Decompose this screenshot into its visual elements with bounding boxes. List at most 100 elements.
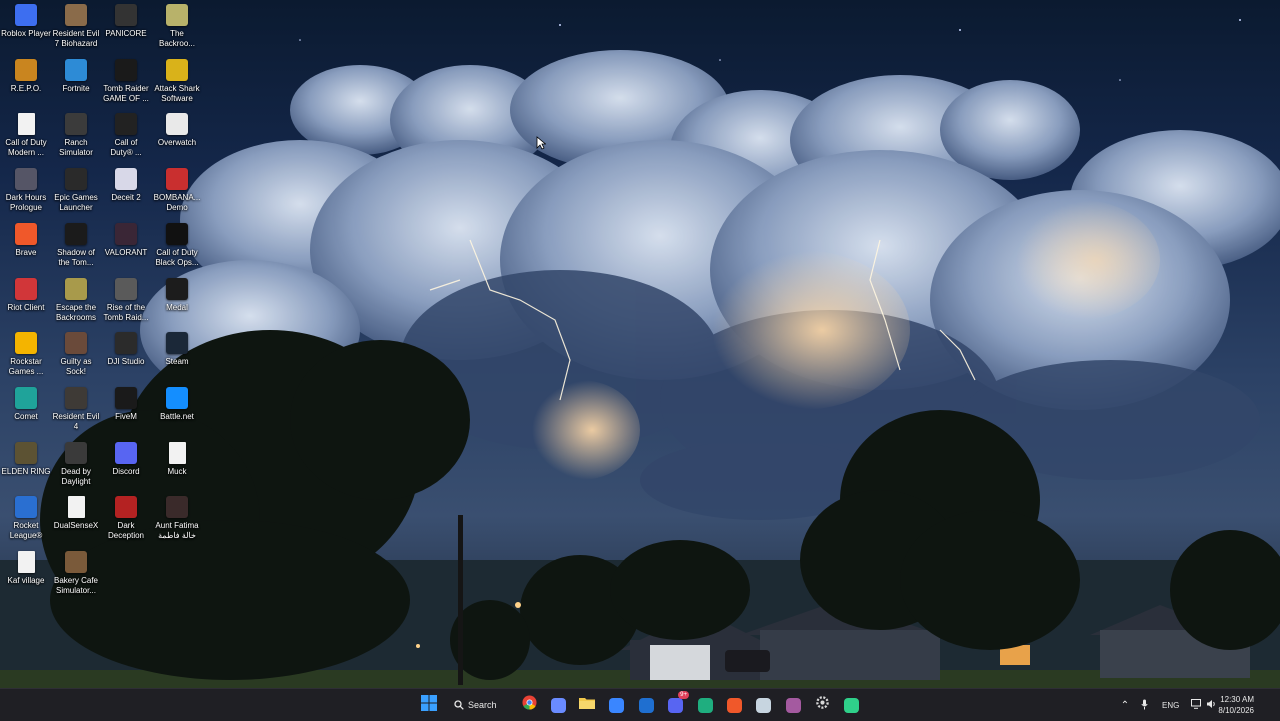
show-desktop-button[interactable] (1272, 689, 1280, 721)
search-icon (454, 700, 464, 710)
desktop-icon-backrooms[interactable]: The Backroo... (151, 4, 203, 49)
desktop-icon-label: Tomb Raider GAME OF ... (103, 83, 149, 103)
steam-icon (755, 697, 771, 713)
desktop-icon-fivem[interactable]: FiveM (100, 386, 152, 422)
taskbar-microsoft-store-button[interactable] (605, 694, 627, 716)
desktop-icon-attack-shark[interactable]: Attack Shark Software (151, 58, 203, 104)
desktop-icon-riot[interactable]: Riot Client (0, 277, 52, 313)
desktop-icon-roblox[interactable]: Roblox Player (0, 4, 52, 39)
desktop-icon-overwatch[interactable]: Overwatch (151, 113, 203, 148)
tomb-raider-icon (115, 58, 137, 81)
desktop-icon-rise-tomb[interactable]: Rise of the Tomb Raid... (100, 277, 152, 323)
desktop-icon-guilty-sock[interactable]: Guilty as Sock! (50, 332, 102, 377)
desktop-icon-file[interactable]: Call of Duty Modern ... (0, 113, 52, 158)
desktop-icon-deceit[interactable]: Deceit 2 (100, 168, 152, 203)
taskbar-edge-button[interactable] (694, 694, 716, 716)
desktop-icon-valorant[interactable]: VALORANT (100, 222, 152, 258)
desktop-icon-steam[interactable]: Steam (151, 332, 203, 367)
attack-shark-icon (166, 58, 188, 81)
rocket-league-icon (15, 496, 37, 519)
medal-icon (166, 277, 188, 300)
desktop-icon-medal[interactable]: Medal (151, 277, 203, 313)
taskbar-discord-button[interactable]: 9+ (664, 691, 689, 716)
desktop-icon-label: Battle.net (160, 411, 194, 421)
mouse-cursor-icon (536, 136, 546, 150)
rockstar-icon (15, 332, 37, 355)
desktop-icon-label: VALORANT (104, 247, 148, 257)
desktop-icon-rocket-league[interactable]: Rocket League® (0, 496, 52, 541)
desktop-icon-label: Dead by Daylight (61, 466, 91, 486)
desktop-icon-label: Riot Client (7, 302, 45, 312)
valorant-icon (115, 222, 137, 245)
desktop-icon-battlenet[interactable]: Battle.net (151, 386, 203, 422)
desktop-icon-bakery[interactable]: Bakery Cafe Simulator... (50, 551, 102, 596)
language-indicator[interactable]: ENG (1162, 701, 1179, 710)
desktop-icon-bombana[interactable]: BOMBANA... Demo (151, 168, 203, 213)
desktop-icon-file[interactable]: DualSenseX (50, 496, 102, 531)
taskbar-settings-button[interactable] (811, 694, 833, 716)
taskbar-valorant-button[interactable] (782, 694, 804, 716)
desktop-icon-dark-deception[interactable]: Dark Deception (100, 496, 152, 541)
taskbar-copilot-button[interactable] (547, 694, 569, 716)
desktop-icon-ranch-sim[interactable]: Ranch Simulator (50, 113, 102, 158)
system-tray: ⌃ ENG (1118, 689, 1217, 721)
desktop-icon-re7[interactable]: Resident Evil 7 Biohazard (50, 4, 102, 49)
battlenet-icon (166, 386, 188, 409)
desktop-icon-aunt-fatima[interactable]: Aunt Fatima خالة فاطمة (151, 496, 203, 541)
desktop-icon-discord[interactable]: Discord (100, 441, 152, 477)
desktop-icon-file[interactable]: Kaf village (0, 551, 52, 586)
desktop-icon-label: Resident Evil 4 (52, 411, 100, 431)
shadow-tomb-icon (65, 222, 87, 245)
desktop-icon-panicore[interactable]: PANICORE (100, 4, 152, 39)
file-icon (17, 113, 35, 136)
taskbar-search-button[interactable]: Search (454, 694, 506, 716)
taskbar-brave-button[interactable] (723, 694, 745, 716)
desktop-icon-label: Dark Hours Prologue (5, 193, 47, 213)
taskbar-steam-button[interactable] (752, 694, 774, 716)
desktop-icon-label: Brave (15, 247, 37, 257)
volume-icon[interactable] (1206, 699, 1217, 711)
taskbar-outlook-button[interactable] (635, 694, 657, 716)
taskbar-app-button[interactable] (840, 694, 862, 716)
desktop-icon-re4[interactable]: Resident Evil 4 (50, 386, 102, 432)
show-hidden-icons-chevron-icon[interactable]: ⌃ (1118, 700, 1132, 711)
desktop-icon-tomb-raider[interactable]: Tomb Raider GAME OF ... (100, 58, 152, 104)
clock-time: 12:30 AM (1220, 695, 1254, 704)
desktop-icon-dbd[interactable]: Dead by Daylight (50, 441, 102, 487)
desktop-icon-label: BOMBANA... Demo (153, 193, 201, 213)
desktop-icon-label: DualSenseX (53, 521, 99, 531)
desktop-icon-cod[interactable]: Call of Duty® ... (100, 113, 152, 158)
desktop-icon-dji[interactable]: DJI Studio (100, 332, 152, 367)
desktop-icon-fortnite[interactable]: Fortnite (50, 58, 102, 94)
bakery-icon (65, 551, 87, 573)
desktop-icon-elden-ring[interactable]: ELDEN RING (0, 441, 52, 477)
taskbar-chrome-button[interactable] (518, 694, 540, 716)
desktop-icon-label: R.E.P.O. (10, 83, 42, 93)
desktop-icon-cod-bo[interactable]: Call of Duty Black Ops... (151, 222, 203, 268)
desktop-icon-label: Fortnite (62, 83, 90, 93)
chrome-icon (521, 695, 537, 715)
desktop-icon-label: Call of Duty Modern ... (5, 138, 47, 158)
desktop-icon-label: Steam (165, 357, 189, 367)
file-icon (67, 496, 85, 519)
desktop-icon-label: Call of Duty Black Ops... (155, 247, 199, 267)
desktop-icon-escape-backrooms[interactable]: Escape the Backrooms (50, 277, 102, 323)
ranch-sim-icon (65, 113, 87, 136)
taskbar-clock[interactable]: 12:30 AM 8/10/2026 (1218, 694, 1254, 716)
desktop-icon-comet[interactable]: Comet (0, 386, 52, 422)
desktop-icon-rockstar[interactable]: Rockstar Games ... (0, 332, 52, 377)
desktop-icon-label: Call of Duty® ... (110, 138, 142, 158)
taskbar-file-explorer-button[interactable] (576, 694, 598, 716)
microphone-icon[interactable] (1138, 699, 1150, 712)
outlook-icon (638, 697, 654, 713)
desktop-icon-repo[interactable]: R.E.P.O. (0, 58, 52, 94)
desktop-icon-dark-hours[interactable]: Dark Hours Prologue (0, 168, 52, 213)
desktop-icon-epic-games[interactable]: Epic Games Launcher (50, 168, 102, 213)
desktop-icon-brave[interactable]: Brave (0, 222, 52, 258)
desktop-icon-file[interactable]: Muck (151, 441, 203, 477)
network-icon[interactable] (1191, 699, 1202, 711)
desktop-icon-shadow-tomb[interactable]: Shadow of the Tom... (50, 222, 102, 268)
taskbar-windows-start-button[interactable] (418, 694, 440, 716)
backrooms-icon (166, 4, 188, 26)
fivem-icon (115, 386, 137, 409)
